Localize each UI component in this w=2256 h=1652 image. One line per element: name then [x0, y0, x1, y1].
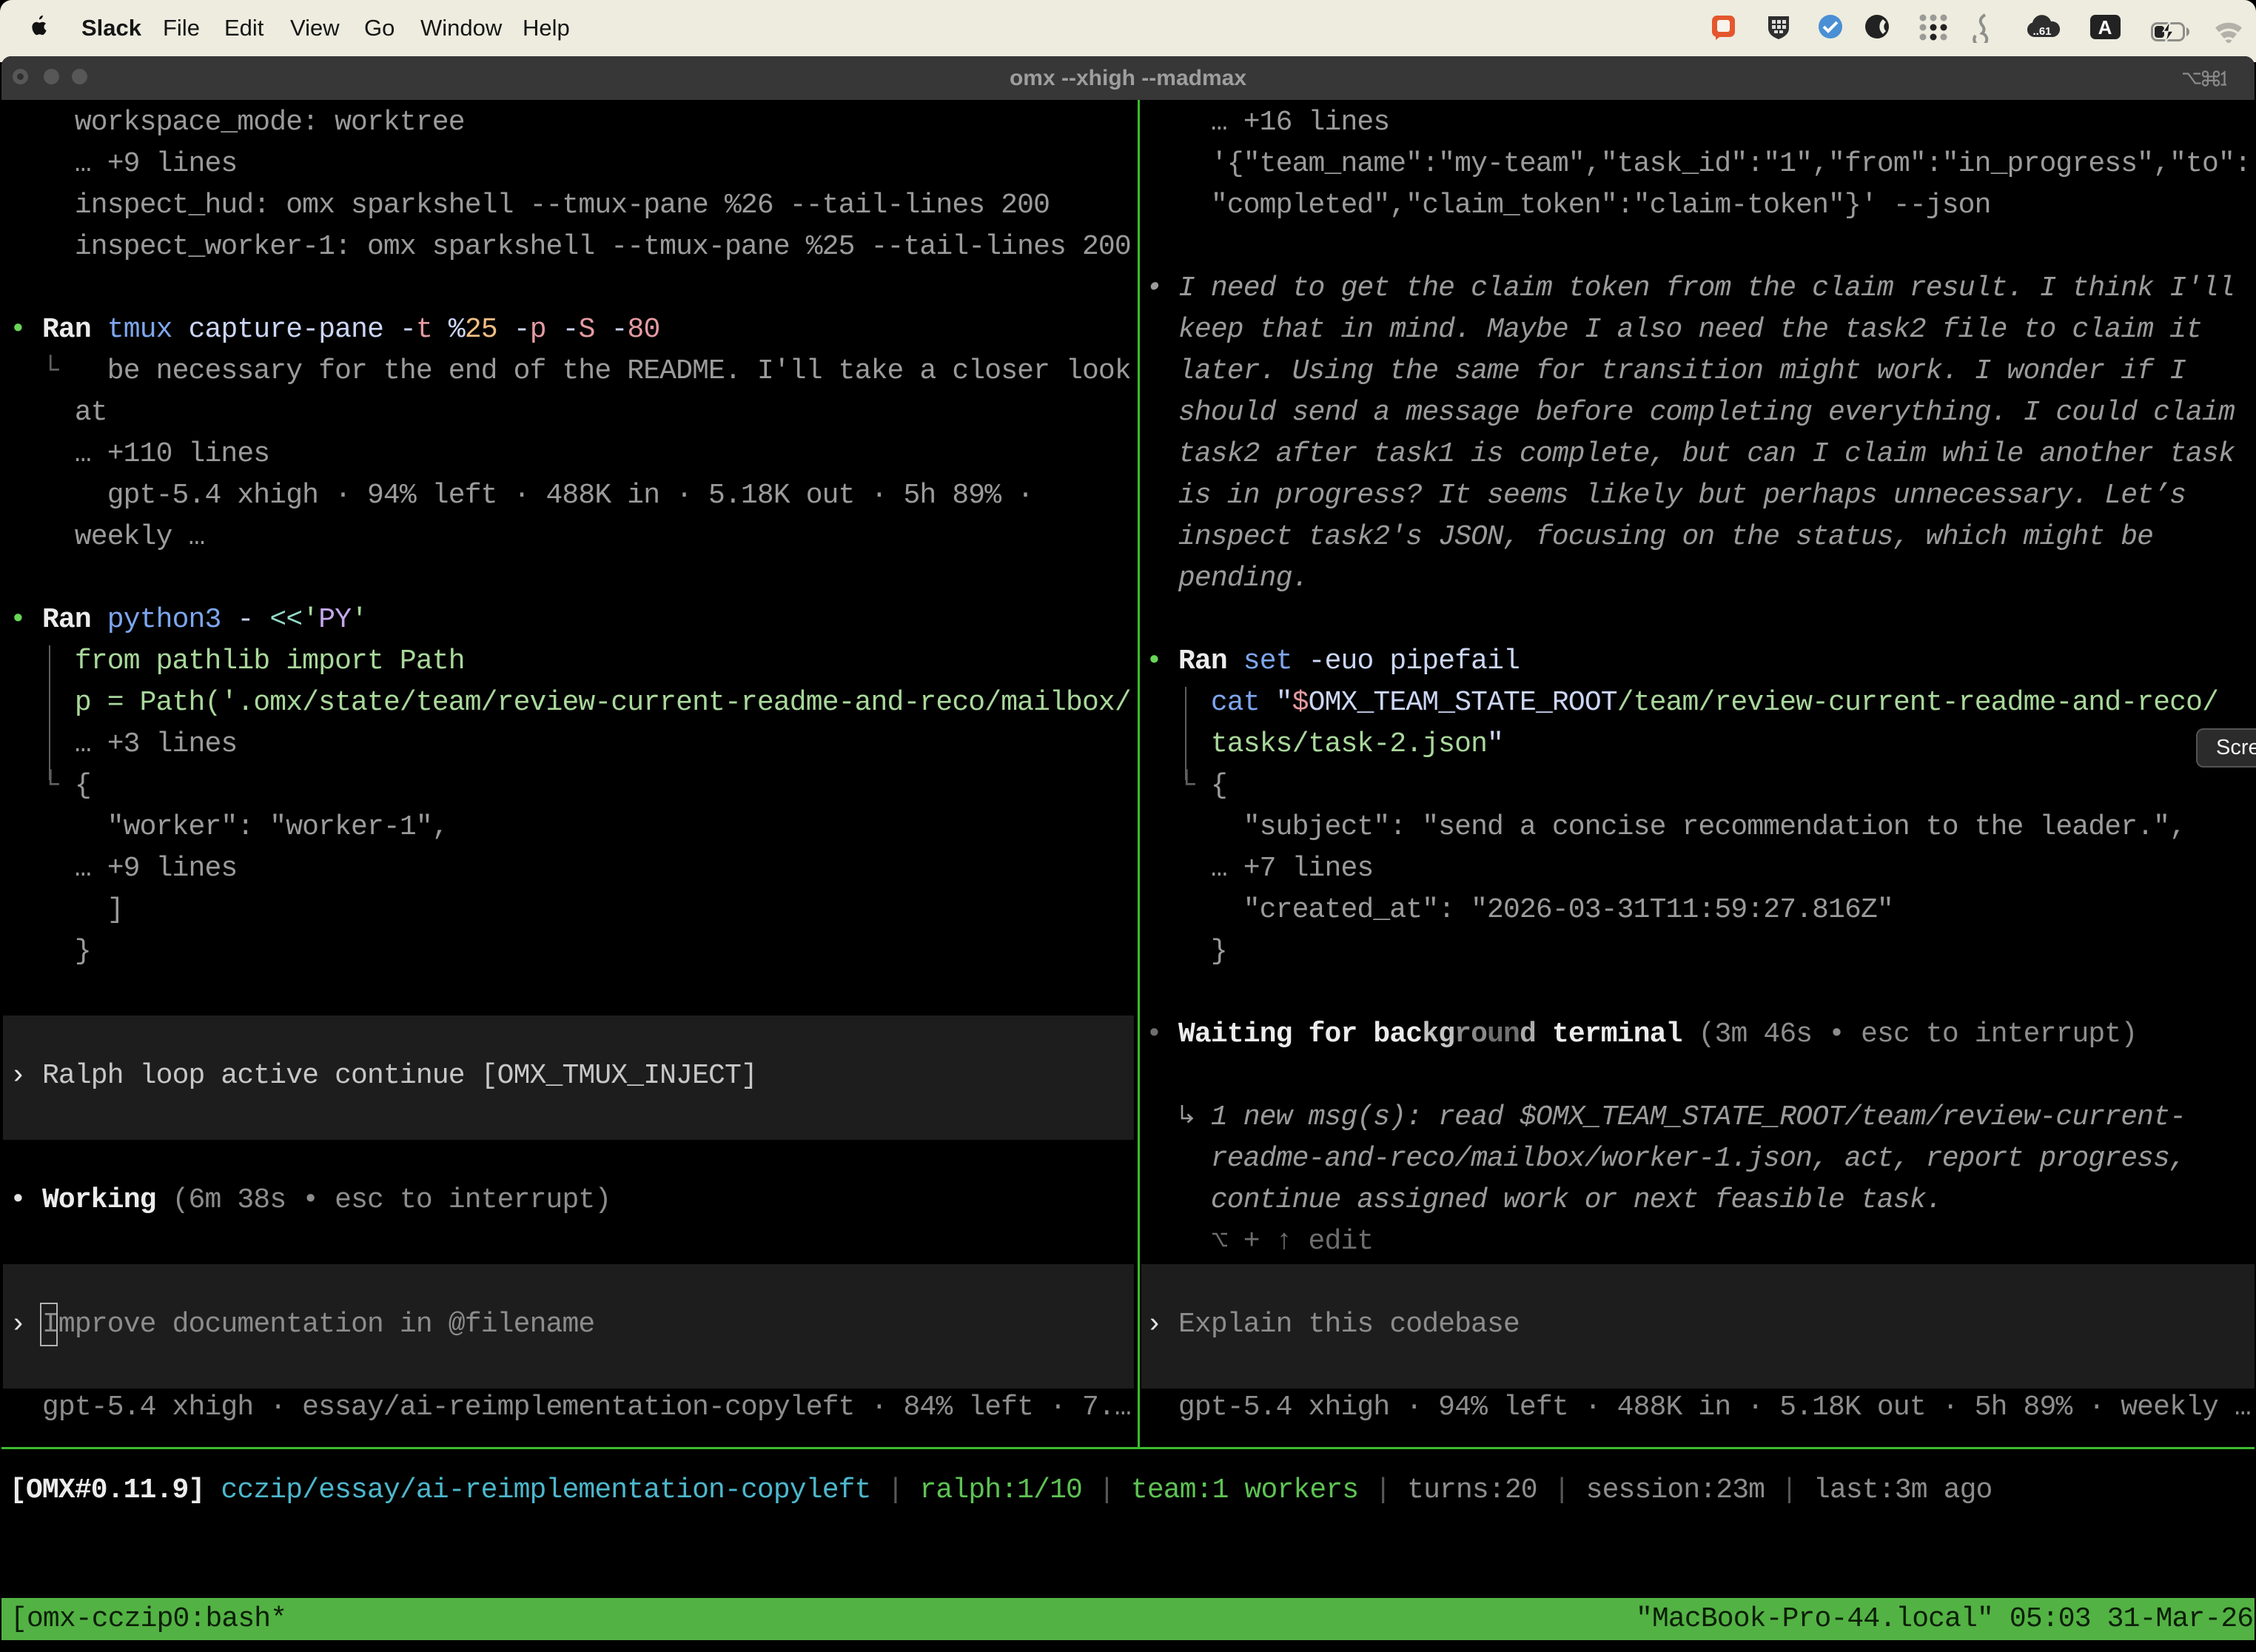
- svg-text:..61: ..61: [2032, 25, 2051, 38]
- svg-text:A: A: [2098, 16, 2112, 38]
